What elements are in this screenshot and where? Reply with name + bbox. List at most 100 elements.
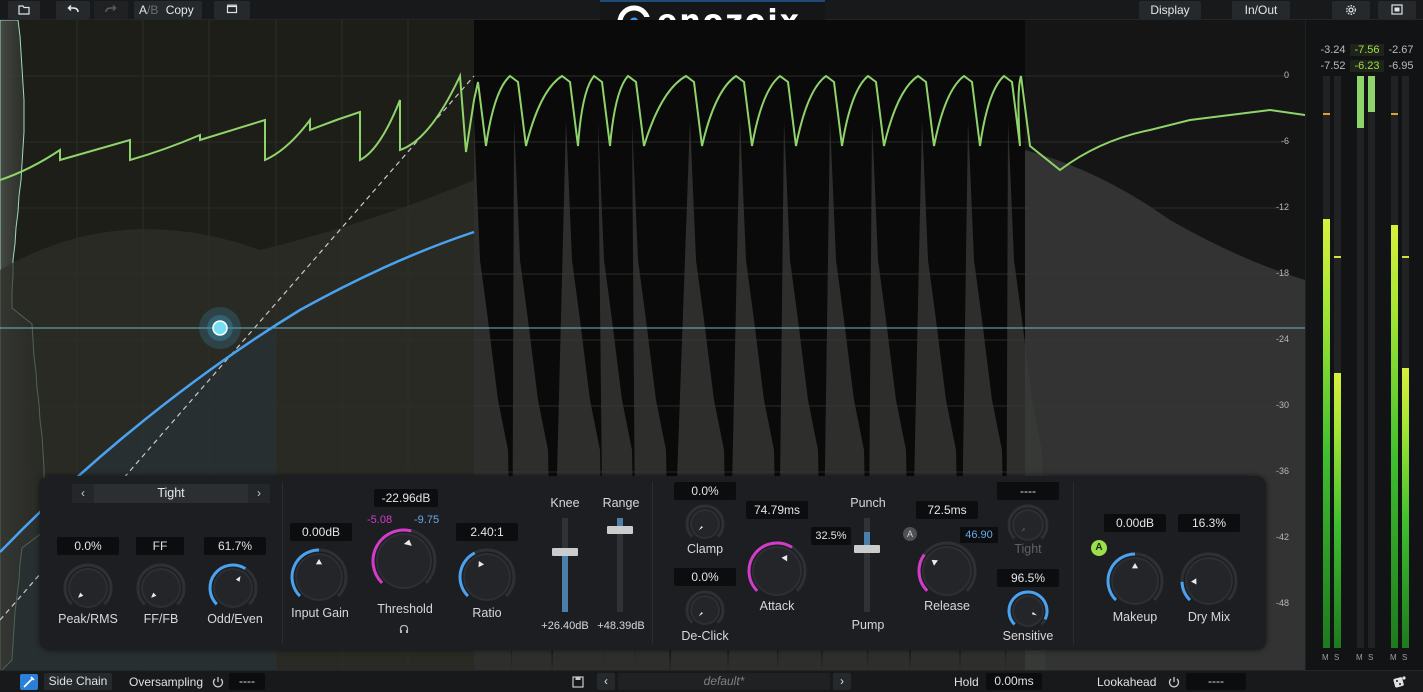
odd-even-knob[interactable] xyxy=(207,562,259,614)
tight-knob[interactable] xyxy=(1007,504,1049,546)
fullscreen-button[interactable] xyxy=(1378,1,1416,19)
output-meter-s xyxy=(1402,76,1409,648)
ab-b-label: B xyxy=(150,3,159,17)
oversampling-label: Oversampling xyxy=(129,675,204,689)
knee-value[interactable]: +26.40dB xyxy=(534,620,596,632)
sidechain-toggle[interactable] xyxy=(20,674,38,690)
threshold-handle[interactable] xyxy=(212,320,228,336)
drymix-value[interactable]: 16.3% xyxy=(1178,514,1240,532)
db-label: -6 xyxy=(1280,136,1289,146)
save-preset-button[interactable] xyxy=(570,674,586,690)
preset-prev-button[interactable]: ‹ xyxy=(597,673,615,690)
peak-rms-knob[interactable] xyxy=(62,562,114,614)
input-gain-knob[interactable] xyxy=(288,546,350,608)
tight-label: Tight xyxy=(1014,542,1042,556)
ab-compare-toggle[interactable]: A/B Copy xyxy=(134,1,202,19)
declick-knob[interactable] xyxy=(685,590,725,630)
input-rms-value: -7.52 xyxy=(1320,60,1346,72)
makeup-value[interactable]: 0.00dB xyxy=(1104,514,1166,532)
knee-slider-track[interactable] xyxy=(562,518,568,612)
gear-icon xyxy=(1346,5,1356,15)
preset-next-button[interactable]: › xyxy=(833,673,851,690)
undo-arrow-icon xyxy=(67,4,79,13)
expand-icon xyxy=(1391,4,1403,15)
db-label: -18 xyxy=(1275,268,1289,278)
section-divider xyxy=(652,482,653,644)
input-gain-value[interactable]: 0.00dB xyxy=(290,523,352,541)
threshold-value[interactable]: -22.96dB xyxy=(374,489,438,507)
attack-value[interactable]: 74.79ms xyxy=(746,501,808,519)
copy-button-label: Copy xyxy=(165,3,194,17)
detector-next-button[interactable]: › xyxy=(248,484,270,503)
input-s-label: S xyxy=(1334,653,1340,662)
input-meter-s xyxy=(1334,76,1341,648)
ratio-knob[interactable] xyxy=(456,546,518,608)
output-rms-hold xyxy=(1402,256,1409,258)
db-label: 0 xyxy=(1283,70,1289,80)
release-label: Release xyxy=(924,599,970,613)
sensitive-value[interactable]: 96.5% xyxy=(997,569,1059,587)
input-rms-hold xyxy=(1334,256,1341,258)
peak-rms-label: Peak/RMS xyxy=(58,612,118,626)
makeup-knob[interactable] xyxy=(1104,550,1166,612)
window-icon xyxy=(226,4,238,14)
redo-button[interactable] xyxy=(94,1,128,19)
knee-slider-thumb[interactable] xyxy=(552,548,578,556)
clamp-value[interactable]: 0.0% xyxy=(674,482,736,500)
gr-meter-s xyxy=(1368,76,1375,648)
sidechain-button[interactable]: Side Chain xyxy=(44,673,112,690)
power-icon xyxy=(1168,677,1180,688)
detector-mode-selector[interactable]: ‹ Tight › xyxy=(72,484,270,503)
randomize-button[interactable] xyxy=(1391,673,1409,691)
release-knob[interactable] xyxy=(914,538,980,604)
fffb-value[interactable]: FF xyxy=(136,537,184,555)
range-value[interactable]: +48.39dB xyxy=(590,620,652,632)
db-label: -30 xyxy=(1275,400,1289,410)
fffb-knob[interactable] xyxy=(135,562,187,614)
clamp-knob[interactable] xyxy=(685,504,725,544)
in-out-button[interactable]: In/Out xyxy=(1232,1,1290,19)
threshold-knob[interactable] xyxy=(369,526,439,596)
display-button[interactable]: Display xyxy=(1139,1,1201,19)
declick-value[interactable]: 0.0% xyxy=(674,568,736,586)
release-value[interactable]: 72.5ms xyxy=(916,501,978,519)
lookahead-value[interactable]: ---- xyxy=(1186,673,1246,690)
peak-rms-value[interactable]: 0.0% xyxy=(57,537,119,555)
makeup-label: Makeup xyxy=(1112,610,1158,624)
chevron-left-icon: ‹ xyxy=(81,486,85,500)
gr-s-label: S xyxy=(1368,653,1374,662)
bypass-button[interactable] xyxy=(214,1,250,19)
odd-even-value[interactable]: 61.7% xyxy=(204,537,266,555)
headphones-icon[interactable] xyxy=(399,624,409,634)
gr-meter-m xyxy=(1357,76,1364,648)
chevron-right-icon: › xyxy=(840,674,844,688)
attack-knob[interactable] xyxy=(744,538,810,604)
settings-button[interactable] xyxy=(1332,1,1370,19)
sensitive-knob[interactable] xyxy=(1007,590,1049,632)
output-s-label: S xyxy=(1402,653,1408,662)
range-slider-thumb[interactable] xyxy=(607,526,633,534)
level-meters: -3.24 -7.52 -7.56 -6.23 -2.67 -6.95 M S … xyxy=(1305,20,1423,672)
ratio-value[interactable]: 2.40:1 xyxy=(456,523,518,541)
oversampling-power-button[interactable] xyxy=(210,674,226,690)
punch-pump-slider-thumb[interactable] xyxy=(854,545,880,553)
preset-folder-button[interactable] xyxy=(8,1,40,19)
gr-rms-value: -6.23 xyxy=(1350,60,1384,72)
oversampling-value[interactable]: ---- xyxy=(229,673,265,690)
drymix-knob[interactable] xyxy=(1178,550,1240,612)
hold-value[interactable]: 0.00ms xyxy=(986,673,1042,690)
odd-even-label: Odd/Even xyxy=(207,612,263,626)
punch-value[interactable]: 32.5% xyxy=(811,527,851,545)
redo-arrow-icon xyxy=(105,4,117,13)
bottom-toolbar: Side Chain Oversampling ---- ‹ default* … xyxy=(0,670,1423,692)
threshold-high-value: -9.75 xyxy=(414,514,440,526)
gr-m-label: M xyxy=(1356,653,1363,662)
tight-value[interactable]: ---- xyxy=(997,482,1059,500)
lookahead-power-button[interactable] xyxy=(1166,674,1182,690)
detector-prev-button[interactable]: ‹ xyxy=(72,484,94,503)
punch-pump-slider-track[interactable] xyxy=(864,518,870,612)
preset-name[interactable]: default* xyxy=(618,673,830,690)
ab-a-label: A xyxy=(139,3,148,17)
undo-button[interactable] xyxy=(56,1,90,19)
hold-label: Hold xyxy=(954,675,979,689)
